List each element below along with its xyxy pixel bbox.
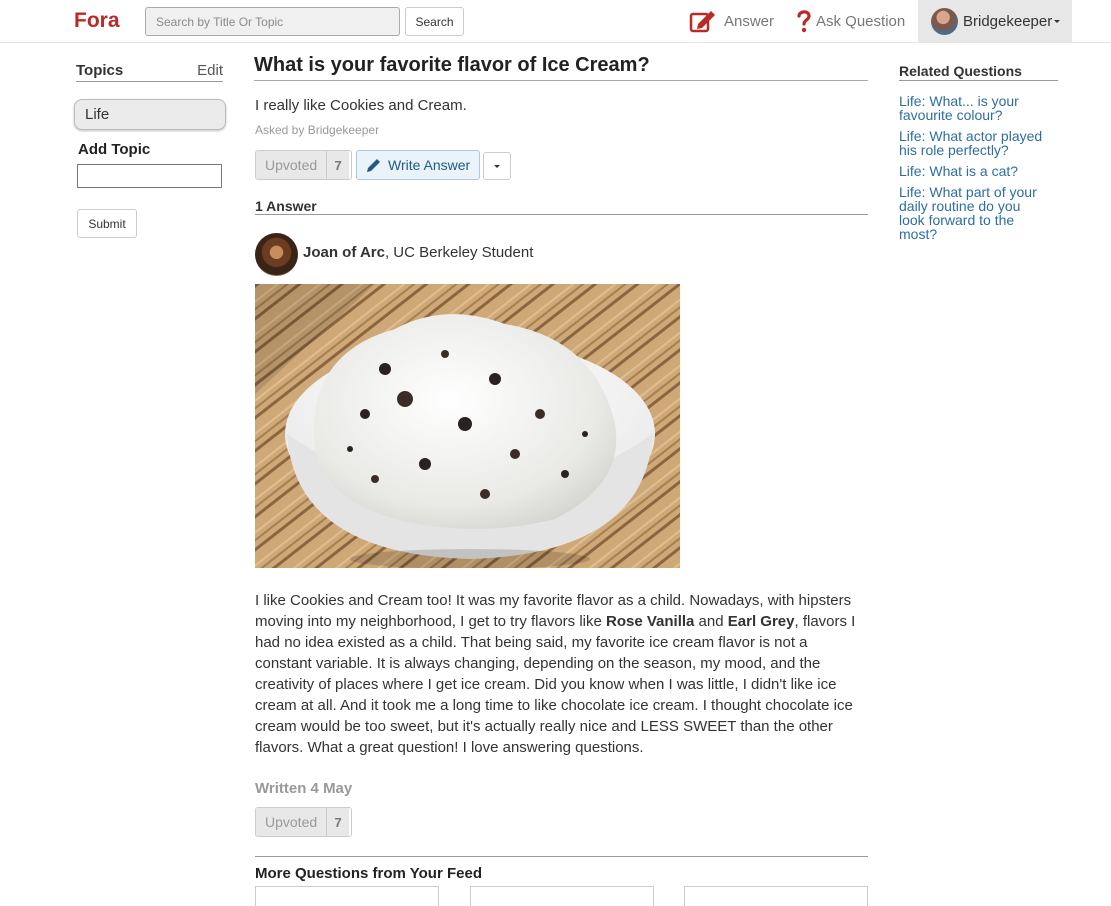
topic-tag-life[interactable]: Life	[74, 99, 226, 130]
write-answer-label: Write Answer	[388, 157, 471, 173]
author-name[interactable]: Joan of Arc	[303, 244, 385, 261]
asked-by: Asked by Bridgekeeper	[255, 123, 380, 137]
add-topic-input[interactable]	[77, 164, 222, 188]
upvote-count: 7	[327, 808, 350, 836]
author-line: Joan of Arc, UC Berkeley Student	[303, 244, 533, 261]
related-question-link[interactable]: Life: What is a cat?	[899, 164, 1049, 178]
answer-text-part: , flavors I had no idea existed as a chi…	[255, 613, 856, 756]
author-avatar[interactable]	[255, 233, 298, 276]
feed-card[interactable]	[470, 886, 654, 906]
ice-cream-photo	[255, 284, 680, 568]
search-button[interactable]: Search	[405, 7, 464, 36]
brand-logo[interactable]: Fora	[74, 8, 120, 34]
upvote-count: 7	[327, 151, 350, 179]
ask-question-nav-label: Ask Question	[816, 12, 906, 30]
caret-down-icon	[494, 164, 500, 168]
edit-topics-link[interactable]: Edit	[197, 62, 223, 79]
ask-question-nav-link[interactable]: Ask Question	[797, 6, 905, 36]
author-credential: , UC Berkeley Student	[384, 244, 534, 261]
list-item: Life: What is a cat?	[899, 164, 1049, 178]
related-questions-heading: Related Questions	[899, 63, 1058, 81]
user-name: Bridgekeeper	[963, 12, 1053, 30]
write-answer-button[interactable]: Write Answer	[356, 150, 480, 180]
list-item: Life: What part of your daily routine do…	[899, 185, 1049, 241]
more-questions-heading: More Questions from Your Feed	[255, 856, 868, 882]
top-navbar: Fora Search Answer Ask Question Bridgeke…	[0, 0, 1111, 43]
related-questions-list: Life: What... is your favourite colour? …	[899, 94, 1049, 248]
submit-topic-button[interactable]: Submit	[77, 209, 137, 238]
add-topic-label: Add Topic	[78, 141, 151, 158]
pencil-icon	[367, 159, 380, 172]
answers-count-heading: 1 Answer	[255, 198, 868, 215]
edit-icon	[689, 11, 715, 33]
upvote-label: Upvoted	[256, 151, 328, 179]
related-question-link[interactable]: Life: What part of your daily routine do…	[899, 185, 1049, 241]
user-menu-dropdown[interactable]: Bridgekeeper	[918, 0, 1072, 42]
user-avatar	[931, 7, 958, 35]
answer-nav-label: Answer	[724, 12, 775, 30]
answer-upvote-button[interactable]: Upvoted 7	[255, 807, 352, 837]
more-options-dropdown[interactable]	[483, 152, 511, 180]
question-body: I really like Cookies and Cream.	[255, 97, 467, 114]
question-title: What is your favorite flavor of Ice Crea…	[254, 53, 868, 81]
list-item: Life: What... is your favourite colour?	[899, 94, 1049, 122]
feed-card[interactable]	[255, 886, 439, 906]
answer-highlight-earl-grey: Earl Grey	[727, 613, 795, 630]
answer-highlight-rose-vanilla: Rose Vanilla	[606, 613, 695, 630]
answer-text-part: and	[694, 613, 728, 630]
feed-card[interactable]	[684, 886, 868, 906]
question-upvote-button[interactable]: Upvoted 7	[255, 150, 352, 180]
question-mark-icon	[797, 10, 811, 33]
caret-down-icon	[1054, 19, 1061, 23]
list-item: Life: What actor played his role perfect…	[899, 129, 1049, 157]
related-question-link[interactable]: Life: What actor played his role perfect…	[899, 129, 1049, 157]
answer-text: I like Cookies and Cream too! It was my …	[255, 590, 867, 758]
topics-header: Topics Edit	[76, 62, 223, 82]
search-input[interactable]	[145, 7, 400, 36]
topics-heading: Topics	[76, 62, 124, 79]
answer-nav-link[interactable]: Answer	[689, 6, 774, 36]
upvote-label: Upvoted	[256, 808, 328, 836]
related-question-link[interactable]: Life: What... is your favourite colour?	[899, 94, 1049, 122]
written-date: Written 4 May	[255, 780, 353, 797]
